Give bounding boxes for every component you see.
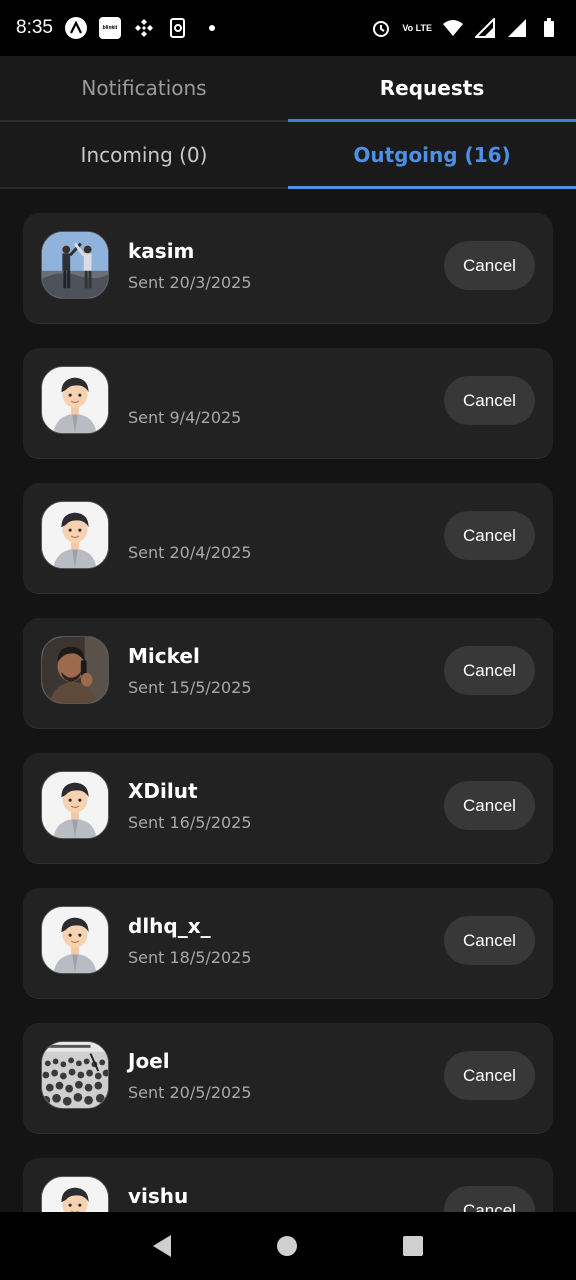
status-bar: 8:35 blinkit Vo LTE	[0, 0, 576, 56]
sub-tabs: Incoming (0) Outgoing (16)	[0, 122, 576, 189]
request-card: Joel Sent 20/5/2025 Cancel	[23, 1023, 553, 1134]
avatar[interactable]	[41, 1176, 109, 1212]
status-right: Vo LTE	[370, 17, 560, 39]
recents-icon[interactable]	[403, 1236, 423, 1256]
username: Mickel	[128, 644, 200, 668]
username: XDilut	[128, 779, 198, 803]
tab-outgoing[interactable]: Outgoing (16)	[288, 122, 576, 189]
request-card: XDilut Sent 16/5/2025 Cancel	[23, 753, 553, 864]
battery-icon	[538, 17, 560, 39]
sent-date: Sent 18/5/2025	[128, 948, 252, 967]
screen: 8:35 blinkit Vo LTE Notifications Reques…	[0, 0, 576, 1280]
avatar[interactable]	[41, 771, 109, 839]
cancel-button[interactable]: Cancel	[444, 1051, 535, 1100]
top-tabs: Notifications Requests	[0, 56, 576, 122]
avatar[interactable]	[41, 636, 109, 704]
request-card: vishu Cancel	[23, 1158, 553, 1212]
request-card: dlhq_x_ Sent 18/5/2025 Cancel	[23, 888, 553, 999]
request-card: Sent 9/4/2025 Cancel	[23, 348, 553, 459]
tab-incoming[interactable]: Incoming (0)	[0, 122, 288, 187]
cancel-button[interactable]: Cancel	[444, 916, 535, 965]
wifi-icon	[442, 17, 464, 39]
avatar[interactable]	[41, 906, 109, 974]
cancel-button[interactable]: Cancel	[444, 646, 535, 695]
binance-icon	[133, 17, 155, 39]
username: dlhq_x_	[128, 914, 211, 938]
sent-date: Sent 15/5/2025	[128, 678, 252, 697]
sent-date: Sent 20/5/2025	[128, 1083, 252, 1102]
app-a-icon	[64, 17, 87, 39]
tab-notifications[interactable]: Notifications	[0, 56, 288, 120]
signal-icon	[506, 17, 528, 39]
home-icon[interactable]	[277, 1236, 297, 1256]
sent-date: Sent 16/5/2025	[128, 813, 252, 832]
alarm-icon	[370, 17, 392, 39]
outgoing-request-list[interactable]: kasim Sent 20/3/2025 Cancel Sent 9/4/202…	[0, 189, 576, 1212]
cancel-button[interactable]: Cancel	[444, 1186, 535, 1212]
username: Joel	[128, 1049, 170, 1073]
request-card: Mickel Sent 15/5/2025 Cancel	[23, 618, 553, 729]
blinkit-icon: blinkit	[98, 17, 121, 39]
sent-date: Sent 20/4/2025	[128, 543, 252, 562]
avatar[interactable]	[41, 366, 109, 434]
cancel-button[interactable]: Cancel	[444, 376, 535, 425]
avatar[interactable]	[41, 1041, 109, 1109]
system-nav-bar	[0, 1212, 576, 1280]
back-icon[interactable]	[153, 1235, 171, 1257]
signal-icon	[474, 17, 496, 39]
avatar[interactable]	[41, 501, 109, 569]
sent-date: Sent 20/3/2025	[128, 273, 252, 292]
dot-icon	[201, 17, 223, 39]
phonepe-icon	[167, 17, 189, 39]
tab-requests[interactable]: Requests	[288, 56, 576, 122]
request-card: kasim Sent 20/3/2025 Cancel	[23, 213, 553, 324]
cancel-button[interactable]: Cancel	[444, 511, 535, 560]
status-left: 8:35 blinkit	[16, 17, 223, 39]
request-card: Sent 20/4/2025 Cancel	[23, 483, 553, 594]
sent-date: Sent 9/4/2025	[128, 408, 242, 427]
volte-icon: Vo LTE	[402, 22, 432, 33]
cancel-button[interactable]: Cancel	[444, 781, 535, 830]
username: kasim	[128, 239, 195, 263]
clock: 8:35	[16, 17, 53, 38]
avatar[interactable]	[41, 231, 109, 299]
username: vishu	[128, 1184, 189, 1208]
cancel-button[interactable]: Cancel	[444, 241, 535, 290]
